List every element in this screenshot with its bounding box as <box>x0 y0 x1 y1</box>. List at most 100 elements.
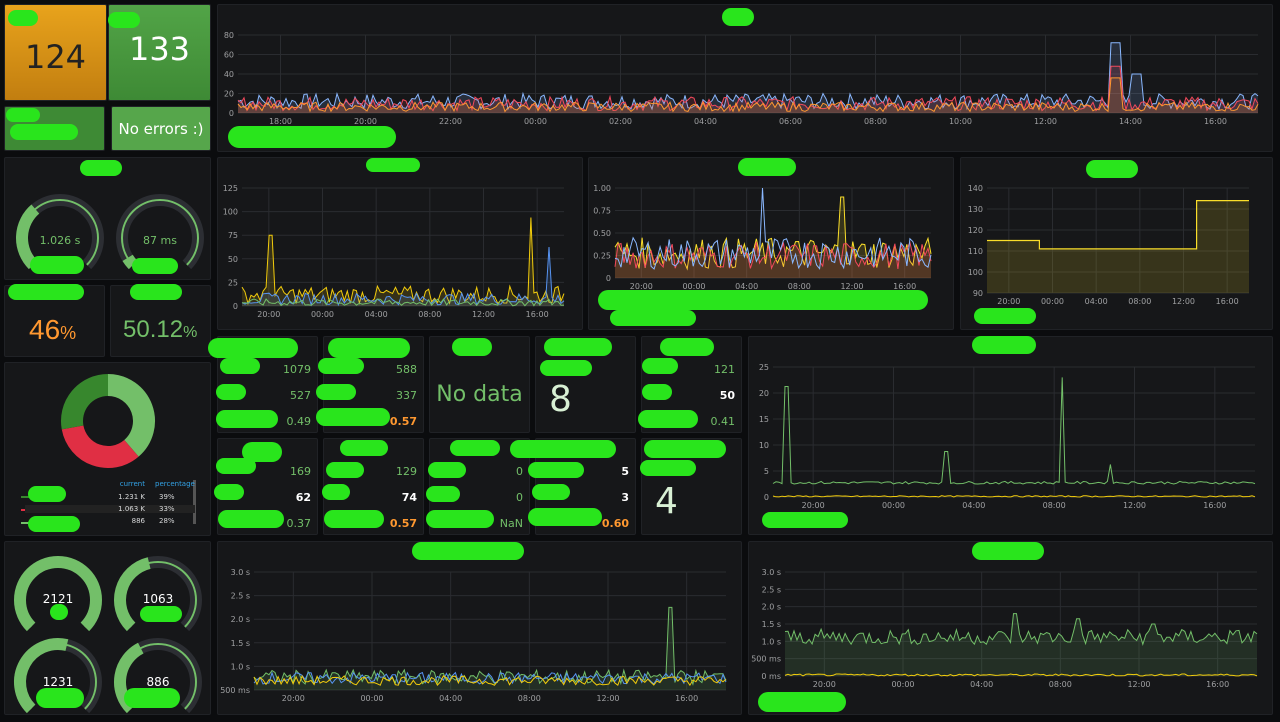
x-tick-label: 12:00 <box>1034 117 1057 126</box>
mid-chart-1: 125 100 75 50 25 0 20:00 00:00 04:00 08:00 12:00 16… <box>223 184 565 319</box>
y-tick-label: 110 <box>968 247 983 256</box>
bottom-chart-1-panel[interactable]: 3.0 s 2.5 s 2.0 s 1.5 s 1.0 s 500 ms 20:00 00:0… <box>217 541 742 715</box>
redaction-mark <box>644 440 726 458</box>
y-tick-label: 130 <box>968 205 983 214</box>
stat-value: 124 <box>24 37 87 76</box>
redaction-mark <box>412 542 524 560</box>
gauge-count-c: 1231 <box>42 675 74 689</box>
y-tick-label: 50 <box>228 255 238 264</box>
y-tick-label: 1.5 s <box>231 639 250 648</box>
mini-val: 5 <box>621 465 629 478</box>
x-tick-label: 14:00 <box>1119 117 1142 126</box>
x-tick-label: 08:00 <box>864 117 887 126</box>
redaction-mark <box>8 284 84 300</box>
redaction-mark <box>642 384 672 400</box>
redaction-mark <box>132 258 178 274</box>
redaction-mark <box>36 688 84 708</box>
mid-chart-1-panel[interactable]: 125 100 75 50 25 0 20:00 00:00 04:00 08:00 12:00 16… <box>217 157 583 330</box>
y-tick-label: 2.5 s <box>231 592 250 601</box>
redaction-mark <box>428 462 466 478</box>
redaction-mark <box>214 484 244 500</box>
x-tick-label: 08:00 <box>1049 680 1072 689</box>
legend-current: 1.231 K <box>118 493 145 501</box>
mini-val: 527 <box>290 389 311 402</box>
y-tick-label: 80 <box>224 31 234 40</box>
series-area <box>242 217 564 306</box>
right-chart-panel[interactable]: 25 20 15 10 5 0 20:00 00:00 04:00 08:00 12:00 16:00 <box>748 336 1273 535</box>
x-tick-label: 16:00 <box>1204 117 1227 126</box>
x-tick-label: 12:00 <box>1127 680 1150 689</box>
redaction-mark <box>722 8 754 26</box>
redaction-mark <box>30 256 84 274</box>
redaction-mark <box>972 336 1036 354</box>
redaction-mark <box>426 486 460 502</box>
x-tick-label: 04:00 <box>970 680 993 689</box>
x-tick-label: 20:00 <box>802 501 825 510</box>
redaction-mark <box>366 158 420 172</box>
x-tick-label: 00:00 <box>891 680 914 689</box>
x-tick-label: 12:00 <box>472 310 495 319</box>
y-tick-label: 0 ms <box>761 672 781 681</box>
y-tick-label: 40 <box>224 70 234 79</box>
redaction-mark <box>216 384 246 400</box>
redaction-mark <box>328 338 410 358</box>
redaction-mark <box>972 542 1044 560</box>
mini-val: 50 <box>719 389 735 402</box>
redaction-mark <box>130 284 182 300</box>
legend-current: 1.063 K <box>118 505 145 513</box>
mid-chart-3-panel[interactable]: 140 130 120 110 100 90 20:00 00:00 04:00 08:00 12:… <box>960 157 1273 330</box>
gauge-arc <box>121 199 199 266</box>
y-tick-label: 0 <box>233 302 238 311</box>
redaction-mark <box>598 290 928 310</box>
y-tick-label: 1.00 <box>593 184 611 193</box>
redaction-mark <box>326 462 364 478</box>
bottom-chart-2-panel[interactable]: 3.0 s 2.5 s 2.0 s 1.5 s 1.0 s 500 ms 0 ms 20:00… <box>748 541 1273 715</box>
legend-row[interactable]: 1.063 K 33% <box>25 505 195 513</box>
no-errors-panel[interactable]: No errors :) <box>111 106 211 151</box>
redaction-mark <box>6 108 40 122</box>
y-tick-label: 60 <box>224 51 234 60</box>
redaction-mark <box>108 12 140 28</box>
y-tick-label: 3.0 s <box>762 568 781 577</box>
mini-val: 0.37 <box>286 517 312 530</box>
percent-right: 50.12% <box>123 316 197 344</box>
y-tick-label: 140 <box>968 184 983 193</box>
mini-val: 337 <box>396 389 417 402</box>
mini-val: 62 <box>295 491 311 504</box>
no-errors-text: No errors :) <box>118 119 204 138</box>
redaction-mark <box>318 358 364 374</box>
donut-panel[interactable]: current percentage 1.231 K 39% 1.063 K 33% … <box>4 362 211 536</box>
four-value: 4 <box>655 481 678 522</box>
mini-val: 0 <box>516 491 523 504</box>
redaction-mark <box>638 410 698 428</box>
eight-value: 8 <box>549 379 572 420</box>
y-tick-label: 2.5 s <box>762 585 781 594</box>
y-tick-label: 25 <box>228 278 238 287</box>
mini-val: 0.60 <box>601 517 629 530</box>
bottom-chart-2: 3.0 s 2.5 s 2.0 s 1.5 s 1.0 s 500 ms 0 ms 20:00… <box>751 568 1258 689</box>
y-tick-label: 1.5 s <box>762 620 781 629</box>
redaction-mark <box>540 360 592 376</box>
y-tick-label: 500 ms <box>751 655 781 664</box>
redaction-mark <box>216 458 256 474</box>
mini-val: 1079 <box>283 363 311 376</box>
legend-header-current: current <box>119 480 145 488</box>
x-tick-label: 12:00 <box>596 694 619 703</box>
y-tick-label: 120 <box>968 226 983 235</box>
mini-val: 0.57 <box>389 415 417 428</box>
mini-val: 169 <box>290 465 311 478</box>
x-tick-label: 00:00 <box>1041 297 1064 306</box>
x-tick-label: 16:00 <box>675 694 698 703</box>
gauges-count-panel[interactable]: 2121 1063 1231 886 <box>4 541 211 715</box>
legend-header-percentage: percentage <box>155 480 195 488</box>
redaction-mark <box>324 510 384 528</box>
y-tick-label: 15 <box>759 415 769 424</box>
x-tick-label: 10:00 <box>949 117 972 126</box>
mini-val: 3 <box>621 491 629 504</box>
redaction-mark <box>50 604 68 620</box>
x-tick-label: 04:00 <box>962 501 985 510</box>
y-tick-label: 0 <box>764 493 769 502</box>
redaction-mark <box>218 510 284 528</box>
percent-right-number: 50.12 <box>123 316 184 343</box>
redaction-mark <box>316 408 390 426</box>
